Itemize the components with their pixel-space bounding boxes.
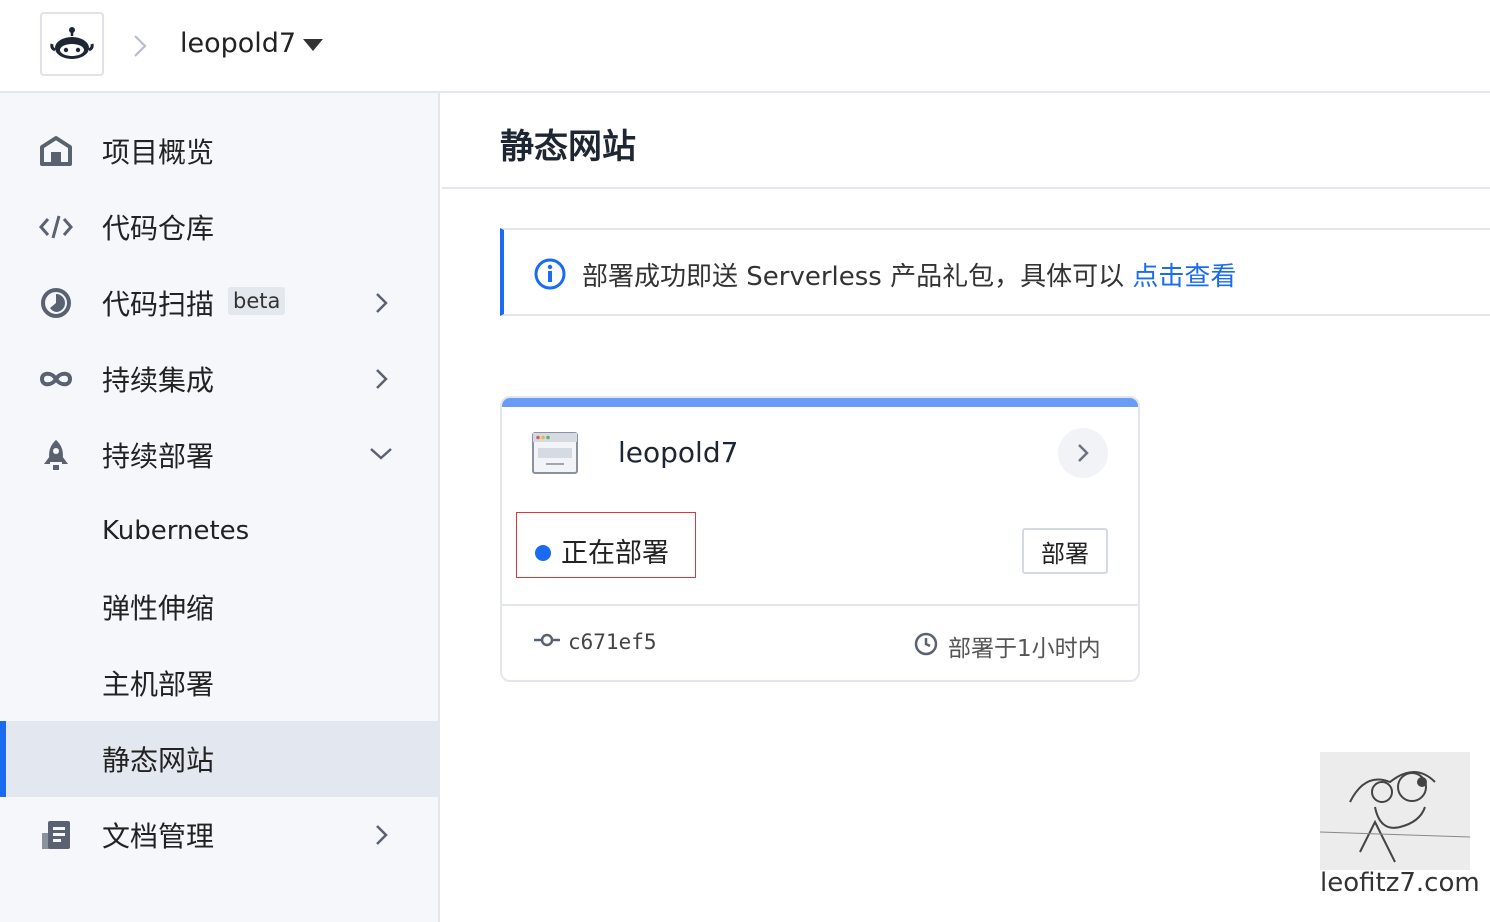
sidebar-item-overview[interactable]: 项目概览 [0, 113, 440, 189]
top-bar: leopold7 [0, 0, 1490, 93]
sidebar-item-repository[interactable]: 代码仓库 [0, 189, 440, 265]
sidebar-item-ci[interactable]: 持续集成 [0, 341, 440, 417]
chevron-down-icon [370, 448, 392, 460]
chevron-right-icon [376, 825, 388, 845]
notice-text: 部署成功即送 Serverless 产品礼包，具体可以 点击查看 [582, 256, 1236, 293]
sidebar-item-label: Kubernetes [102, 516, 250, 546]
breadcrumb-chevron-icon [134, 35, 147, 57]
sidebar-item-host-deploy[interactable]: 主机部署 [0, 645, 440, 721]
notice-link[interactable]: 点击查看 [1132, 262, 1236, 292]
commit-hash[interactable]: c671ef5 [568, 630, 657, 654]
sidebar-item-label: 文档管理 [102, 820, 215, 853]
card-accent-bar [502, 398, 1138, 407]
sidebar-item-docs[interactable]: 文档管理 [0, 797, 440, 873]
clock-icon [914, 632, 938, 656]
sidebar-item-label: 代码扫描 [102, 288, 215, 321]
notice-banner: 部署成功即送 Serverless 产品礼包，具体可以 点击查看 [500, 228, 1490, 316]
sidebar-item-code-scan[interactable]: 代码扫描 beta [0, 265, 440, 341]
home-icon [38, 133, 74, 169]
sidebar-item-label: 静态网站 [102, 744, 215, 777]
open-site-button[interactable] [1058, 428, 1108, 478]
code-icon [38, 209, 74, 245]
rocket-icon [38, 437, 74, 473]
sidebar-item-label: 持续集成 [102, 364, 215, 397]
project-switcher[interactable]: leopold7 [180, 28, 296, 59]
page-header: 静态网站 [442, 93, 1490, 189]
sidebar: 项目概览 代码仓库 代码扫描 beta 持续集成 持续部署 Kubernetes… [0, 93, 440, 922]
document-icon [38, 817, 74, 853]
deploy-time: 部署于1小时内 [948, 636, 1101, 662]
sidebar-item-label: 弹性伸缩 [102, 592, 215, 625]
sidebar-item-cd[interactable]: 持续部署 [0, 417, 440, 493]
status-text: 正在部署 [561, 538, 669, 569]
scan-icon [38, 285, 74, 321]
chevron-right-icon [1078, 444, 1089, 462]
sidebar-item-label: 项目概览 [102, 136, 215, 169]
chevron-right-icon [376, 293, 388, 313]
deploy-button[interactable]: 部署 [1022, 528, 1108, 574]
caret-down-icon[interactable] [302, 38, 324, 52]
sidebar-item-label: 持续部署 [102, 440, 215, 473]
sidebar-item-label: 代码仓库 [102, 212, 215, 245]
infinity-icon [38, 361, 74, 397]
watermark-sketch [1319, 752, 1471, 870]
watermark-text: leofitz7.com [1320, 868, 1480, 898]
sidebar-item-static-site[interactable]: 静态网站 [0, 721, 440, 797]
sidebar-item-label: 主机部署 [102, 668, 215, 701]
page-title: 静态网站 [500, 127, 636, 167]
commit-icon [534, 633, 560, 647]
deploy-status: 正在部署 [516, 512, 696, 578]
site-card[interactable]: leopold7 正在部署 部署 c671ef5 部署于1小时内 [500, 396, 1140, 682]
site-name[interactable]: leopold7 [618, 436, 738, 469]
chevron-right-icon [376, 369, 388, 389]
notice-message: 部署成功即送 Serverless 产品礼包，具体可以 [582, 262, 1133, 292]
sidebar-item-kubernetes[interactable]: Kubernetes [0, 493, 440, 569]
info-icon [534, 258, 566, 290]
beta-badge: beta [228, 287, 286, 315]
sidebar-item-autoscaling[interactable]: 弹性伸缩 [0, 569, 440, 645]
status-dot [535, 545, 551, 561]
browser-window-icon [532, 432, 578, 474]
card-divider [502, 604, 1138, 606]
octopus-logo[interactable] [40, 12, 104, 76]
